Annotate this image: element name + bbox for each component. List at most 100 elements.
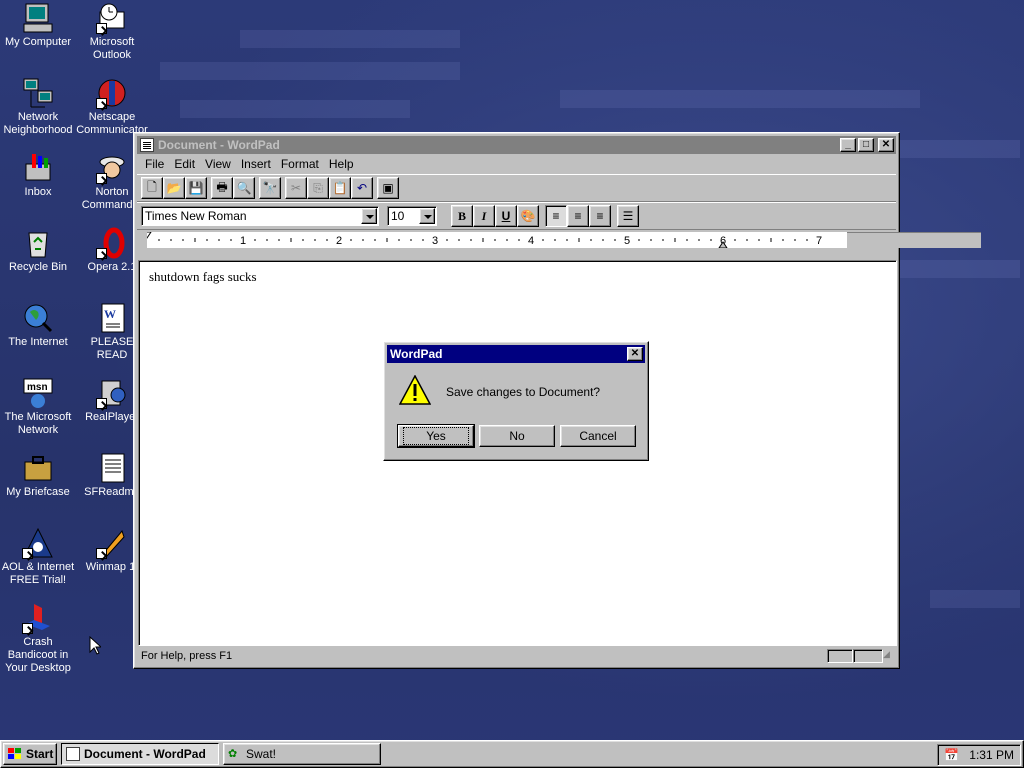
bold-button[interactable]: B [451,205,473,227]
wallpaper-stripe [180,100,410,118]
align-center-icon[interactable]: ≡ [567,205,589,227]
menu-help[interactable]: Help [324,157,359,171]
print-icon[interactable]: 🖶 [211,177,233,199]
ruler-number: 7 [816,235,822,247]
svg-text:msn: msn [27,382,48,393]
windows-logo-icon [8,748,21,759]
desktop-icon-my-computer[interactable]: My Computer [0,2,76,49]
document-text[interactable]: shutdown fags sucks [149,269,257,285]
save-changes-dialog[interactable]: WordPad ✕ Save changes to Document? Yes … [383,341,649,461]
wallpaper-stripe [930,590,1020,608]
cut-icon[interactable]: ✂ [285,177,307,199]
underline-button[interactable]: U [495,205,517,227]
print-preview-icon[interactable]: 🔍 [233,177,255,199]
taskbar: Start Document - WordPad ✿ Swat! 📅 1:31 … [0,740,1024,768]
cancel-button[interactable]: Cancel [560,425,636,447]
chevron-down-icon[interactable] [361,208,377,224]
ruler-scale: 1234567 [142,231,847,249]
clock[interactable]: 1:31 PM [969,748,1014,762]
close-button[interactable]: ✕ [627,347,643,361]
font-size-select[interactable]: 10 [387,206,437,226]
desktop-icon-network-neighborhood[interactable]: Network Neighborhood [0,77,76,137]
chevron-down-icon[interactable] [419,208,435,224]
start-label: Start [26,747,54,761]
dialog-titlebar[interactable]: WordPad ✕ [387,345,645,363]
copy-icon[interactable]: ⎘ [307,177,329,199]
task-wordpad[interactable]: Document - WordPad [61,743,219,765]
left-indent-marker [142,231,152,239]
maximize-button[interactable]: □ [858,138,874,152]
dialog-title: WordPad [390,347,443,361]
icon-label: AOL & Internet FREE Trial! [1,561,75,586]
desktop-icon-crash-bandicoot[interactable]: Crash Bandicoot in Your Desktop [0,602,76,675]
playstation-icon [22,602,54,634]
wordpad-doc-icon: W [96,302,128,334]
menu-insert[interactable]: Insert [236,157,276,171]
dialog-body: Save changes to Document? Yes No Cancel [387,363,645,459]
menu-format[interactable]: Format [276,157,324,171]
font-name-select[interactable]: Times New Roman [141,206,379,226]
status-pane [827,649,853,663]
shortcut-arrow-icon [96,548,107,559]
scheduler-icon[interactable]: 📅 [944,748,959,762]
shortcut-arrow-icon [96,248,107,259]
my-computer-icon [22,2,54,34]
status-text: For Help, press F1 [141,650,233,662]
menu-file[interactable]: File [140,157,169,171]
wordpad-app-icon[interactable] [140,138,154,152]
icon-label: Microsoft Outlook [89,36,135,61]
yes-button[interactable]: Yes [397,424,475,448]
shortcut-arrow-icon [22,623,33,634]
wordpad-titlebar[interactable]: Document - WordPad _ □ ✕ [137,136,896,154]
icon-label: Inbox [24,186,52,198]
resize-grip-icon[interactable]: ◢ [883,649,897,663]
opera-icon [96,227,128,259]
winmap-icon [96,527,128,559]
shortcut-arrow-icon [96,173,107,184]
start-button[interactable]: Start [3,743,57,765]
align-right-icon[interactable]: ≡ [589,205,611,227]
italic-button[interactable]: I [473,205,495,227]
task-swat[interactable]: ✿ Swat! [223,743,381,765]
bullets-icon[interactable]: ☰ [617,205,639,227]
color-palette-icon[interactable]: 🎨 [517,205,539,227]
open-folder-icon[interactable]: 📂 [163,177,185,199]
desktop-icon-netscape[interactable]: Netscape Communicator [74,77,150,137]
desktop-icon-msn[interactable]: msn The Microsoft Network [0,377,76,437]
realplayer-icon [96,377,128,409]
briefcase-icon [22,452,54,484]
task-label: Document - WordPad [84,747,206,761]
desktop-icon-aol[interactable]: AOL & Internet FREE Trial! [0,527,76,587]
desktop-icon-the-internet[interactable]: The Internet [0,302,76,349]
norton-icon [96,152,128,184]
recycle-bin-icon [22,227,54,259]
icon-label: Crash Bandicoot in Your Desktop [5,636,71,674]
find-icon[interactable]: 🔭 [259,177,281,199]
icon-label: My Briefcase [6,486,70,498]
wallpaper-stripe [900,260,1020,278]
insert-object-icon[interactable]: ▣ [377,177,399,199]
yes-label: Yes [403,427,469,445]
new-document-icon[interactable]: 🗋 [141,177,163,199]
desktop-icon-inbox[interactable]: Inbox [0,152,76,199]
no-button[interactable]: No [479,425,555,447]
desktop-icon-recycle-bin[interactable]: Recycle Bin [0,227,76,274]
save-icon[interactable]: 💾 [185,177,207,199]
window-title: Document - WordPad [158,138,280,152]
swat-icon: ✿ [228,748,238,760]
undo-icon[interactable]: ↶ [351,177,373,199]
no-label: No [509,429,525,443]
shortcut-arrow-icon [96,23,107,34]
menu-view[interactable]: View [200,157,236,171]
desktop-icon-my-briefcase[interactable]: My Briefcase [0,452,76,499]
desktop-icon-microsoft-outlook[interactable]: Microsoft Outlook [74,2,150,62]
minimize-button[interactable]: _ [840,138,856,152]
wallpaper-stripe [560,90,920,108]
internet-icon [22,302,54,334]
align-left-icon[interactable]: ≡ [545,205,567,227]
menu-edit[interactable]: Edit [169,157,200,171]
paste-icon[interactable]: 📋 [329,177,351,199]
inbox-icon [22,152,54,184]
ruler[interactable]: 1234567 [137,230,981,252]
close-button[interactable]: ✕ [878,138,894,152]
